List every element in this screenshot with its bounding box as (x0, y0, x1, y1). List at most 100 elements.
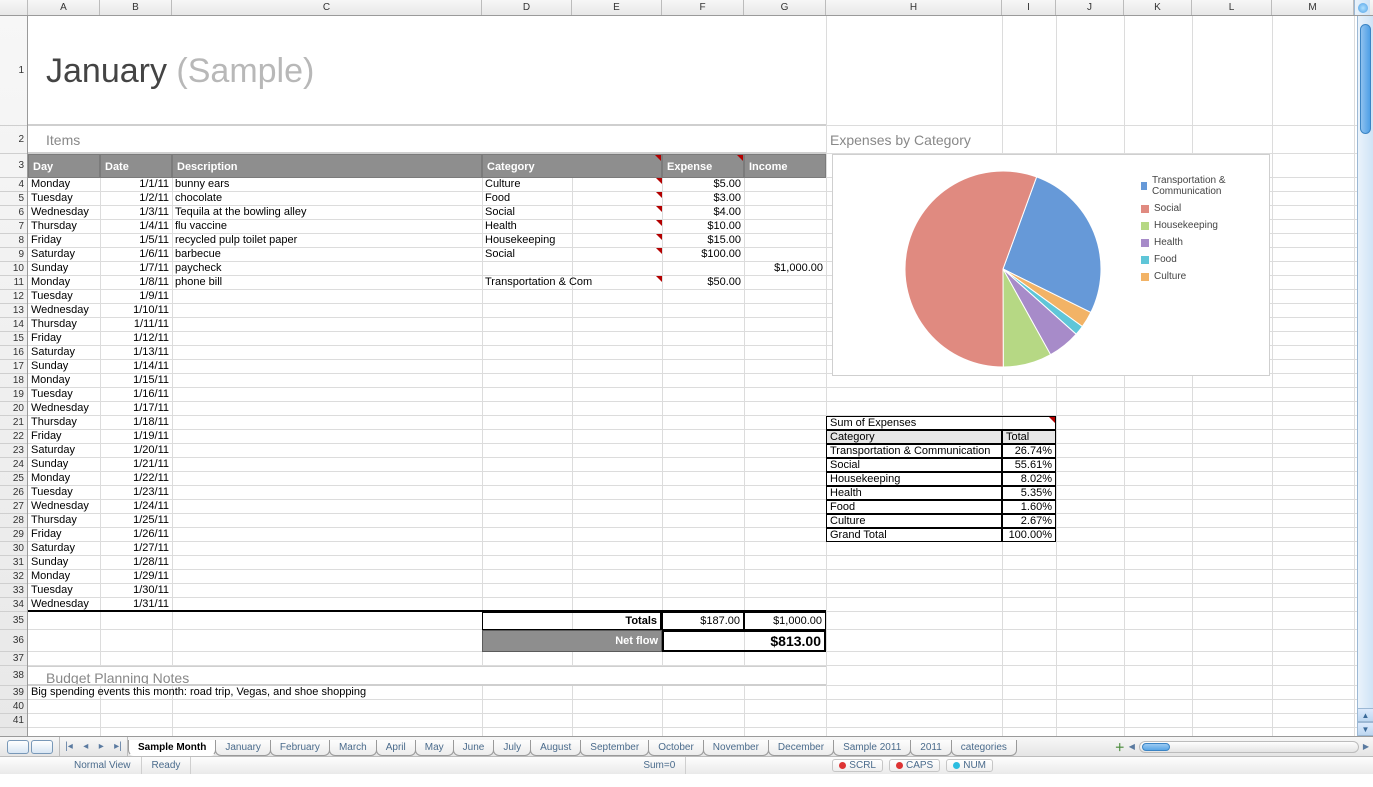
cell-day[interactable]: Monday (28, 276, 100, 290)
cell-date[interactable]: 1/30/11 (100, 584, 172, 598)
cell-cat[interactable]: Food (482, 192, 662, 206)
row-header-33[interactable]: 33 (0, 584, 27, 598)
cell-date[interactable]: 1/20/11 (100, 444, 172, 458)
cell-date[interactable]: 1/2/11 (100, 192, 172, 206)
cell-date[interactable]: 1/10/11 (100, 304, 172, 318)
pivot-val-0[interactable]: 26.74% (1002, 444, 1056, 458)
cell-day[interactable]: Wednesday (28, 500, 100, 514)
sheet-tab-sample-2011[interactable]: Sample 2011 (833, 740, 911, 756)
tab-first-icon[interactable]: |◂ (65, 741, 73, 752)
scroll-up-arrow-icon[interactable]: ▲ (1358, 708, 1373, 722)
cell-date[interactable]: 1/4/11 (100, 220, 172, 234)
pivot-header-cat[interactable]: Category (826, 430, 1002, 444)
normal-view-button[interactable] (7, 740, 29, 754)
tab-last-icon[interactable]: ▸| (114, 741, 122, 752)
cell-exp[interactable]: $100.00 (662, 248, 744, 262)
sheet-tab-december[interactable]: December (768, 740, 834, 756)
th-day[interactable]: Day (28, 154, 100, 178)
row-header-32[interactable]: 32 (0, 570, 27, 584)
cell-day[interactable]: Friday (28, 234, 100, 248)
column-header-D[interactable]: D (482, 0, 572, 15)
cell-day[interactable]: Tuesday (28, 584, 100, 598)
row-header-35[interactable]: 35 (0, 612, 27, 630)
tab-prev-icon[interactable]: ◂ (83, 741, 88, 752)
cell-date[interactable]: 1/3/11 (100, 206, 172, 220)
row-header-20[interactable]: 20 (0, 402, 27, 416)
cell-desc[interactable]: Tequila at the bowling alley (172, 206, 482, 220)
page-layout-view-button[interactable] (31, 740, 53, 754)
cell-exp[interactable]: $3.00 (662, 192, 744, 206)
column-header-J[interactable]: J (1056, 0, 1124, 15)
sheet-tab-sample-month[interactable]: Sample Month (128, 740, 216, 756)
cell-day[interactable]: Thursday (28, 416, 100, 430)
cell-day[interactable]: Monday (28, 570, 100, 584)
sheet-tab-categories[interactable]: categories (951, 740, 1017, 756)
column-header-E[interactable]: E (572, 0, 662, 15)
column-header-I[interactable]: I (1002, 0, 1056, 15)
cell-date[interactable]: 1/8/11 (100, 276, 172, 290)
column-header-C[interactable]: C (172, 0, 482, 15)
pivot-cat-4[interactable]: Food (826, 500, 1002, 514)
cell-inc[interactable]: $1,000.00 (744, 262, 826, 276)
row-header-19[interactable]: 19 (0, 388, 27, 402)
cell-day[interactable]: Saturday (28, 248, 100, 262)
column-header-B[interactable]: B (100, 0, 172, 15)
cell-day[interactable]: Saturday (28, 346, 100, 360)
cell-date[interactable]: 1/23/11 (100, 486, 172, 500)
row-header-8[interactable]: 8 (0, 234, 27, 248)
split-handle[interactable] (1354, 0, 1370, 15)
row-header-15[interactable]: 15 (0, 332, 27, 346)
row-header-14[interactable]: 14 (0, 318, 27, 332)
hscroll-right-icon[interactable]: ▶ (1363, 742, 1369, 751)
cell-day[interactable]: Friday (28, 430, 100, 444)
row-header-27[interactable]: 27 (0, 500, 27, 514)
cell-date[interactable]: 1/6/11 (100, 248, 172, 262)
horizontal-scrollbar[interactable]: ＋ ◀ ▶ (1016, 737, 1373, 756)
row-header-34[interactable]: 34 (0, 598, 27, 612)
sheet-tab-november[interactable]: November (703, 740, 769, 756)
pivot-grand-label[interactable]: Grand Total (826, 528, 1002, 542)
cell-desc[interactable]: barbecue (172, 248, 482, 262)
cell-day[interactable]: Monday (28, 374, 100, 388)
row-header-23[interactable]: 23 (0, 444, 27, 458)
row-header-4[interactable]: 4 (0, 178, 27, 192)
th-date[interactable]: Date (100, 154, 172, 178)
cell-desc[interactable]: chocolate (172, 192, 482, 206)
cell-date[interactable]: 1/13/11 (100, 346, 172, 360)
pivot-cat-0[interactable]: Transportation & Communication (826, 444, 1002, 458)
cell-date[interactable]: 1/27/11 (100, 542, 172, 556)
column-header-H[interactable]: H (826, 0, 1002, 15)
row-header-3[interactable]: 3 (0, 154, 27, 178)
row-header-36[interactable]: 36 (0, 630, 27, 652)
th-exp[interactable]: Expense (662, 154, 744, 178)
cell-day[interactable]: Wednesday (28, 598, 100, 612)
pivot-cat-2[interactable]: Housekeeping (826, 472, 1002, 486)
pivot-cat-5[interactable]: Culture (826, 514, 1002, 528)
cell-day[interactable]: Tuesday (28, 486, 100, 500)
cell-cat[interactable]: Culture (482, 178, 662, 192)
select-all-corner[interactable] (0, 0, 28, 15)
row-header-41[interactable]: 41 (0, 714, 27, 728)
row-header-22[interactable]: 22 (0, 430, 27, 444)
cell-day[interactable]: Thursday (28, 220, 100, 234)
hscroll-thumb[interactable] (1142, 743, 1170, 751)
cell-day[interactable]: Wednesday (28, 402, 100, 416)
cell-day[interactable]: Wednesday (28, 304, 100, 318)
cell-date[interactable]: 1/14/11 (100, 360, 172, 374)
row-header-2[interactable]: 2 (0, 126, 27, 154)
pivot-val-1[interactable]: 55.61% (1002, 458, 1056, 472)
pivot-header-total[interactable]: Total (1002, 430, 1056, 444)
row-header-17[interactable]: 17 (0, 360, 27, 374)
cell-date[interactable]: 1/7/11 (100, 262, 172, 276)
cell-cat[interactable]: Social (482, 248, 662, 262)
cell-date[interactable]: 1/16/11 (100, 388, 172, 402)
cell-cat[interactable]: Social (482, 206, 662, 220)
cell-day[interactable]: Sunday (28, 556, 100, 570)
row-header-25[interactable]: 25 (0, 472, 27, 486)
cell-day[interactable]: Monday (28, 178, 100, 192)
cell-day[interactable]: Saturday (28, 542, 100, 556)
cell-date[interactable]: 1/22/11 (100, 472, 172, 486)
cell-day[interactable]: Wednesday (28, 206, 100, 220)
cell-cat[interactable]: Health (482, 220, 662, 234)
sheet-tab-january[interactable]: January (215, 740, 271, 756)
